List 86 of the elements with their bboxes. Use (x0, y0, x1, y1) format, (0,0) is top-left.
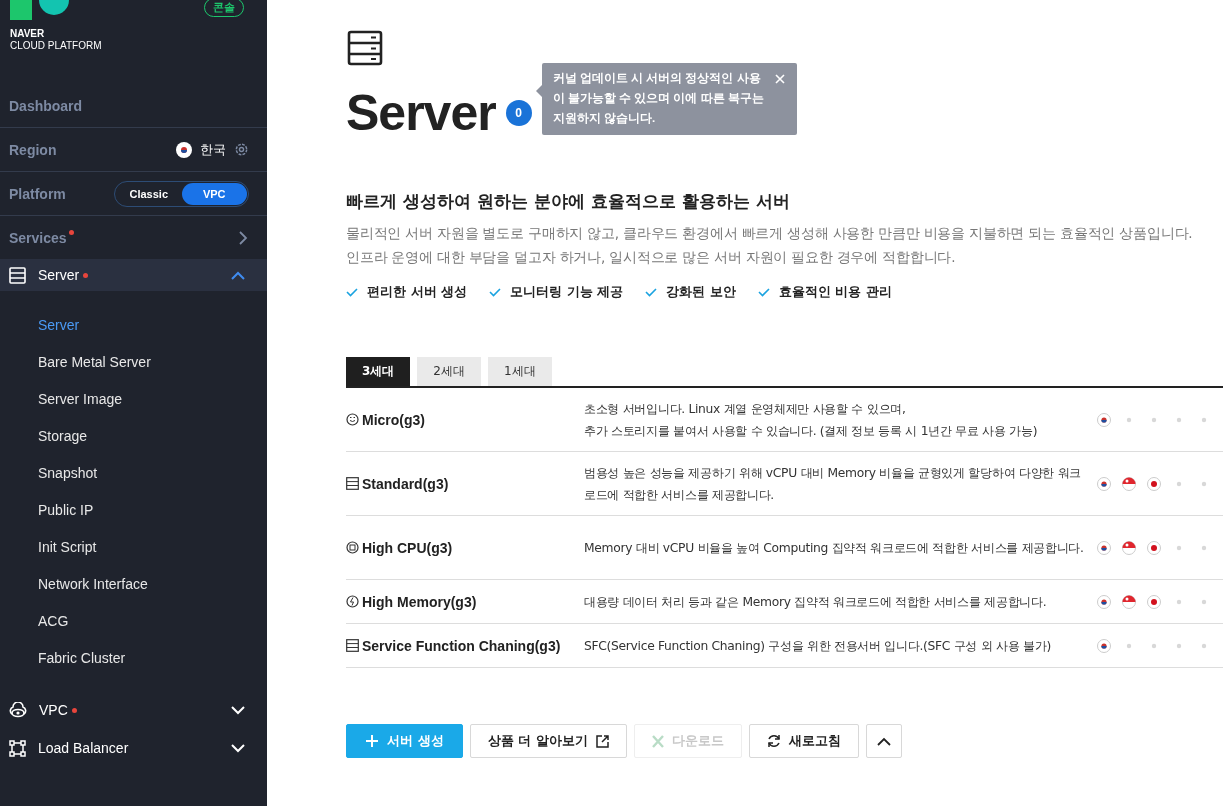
feature-label: 모니터링 기능 제공 (510, 283, 624, 301)
flag-icon (1147, 476, 1161, 491)
chevron-down-icon[interactable] (231, 705, 245, 715)
server-icon (346, 477, 359, 490)
server-type-name[interactable]: Service Function Chaning(g3) (362, 637, 561, 654)
services-label[interactable]: Services (9, 229, 74, 246)
plus-icon (365, 734, 379, 748)
dashboard-link[interactable]: Dashboard (0, 84, 267, 127)
server-type-description: Memory 대비 vCPU 비율을 높여 Computing 집약적 워크로드에 적합한 서비스를 제공합니다. (584, 539, 1084, 557)
feature-label: 편리한 서버 생성 (367, 283, 468, 301)
submenu-item[interactable]: Bare Metal Server (0, 344, 267, 381)
check-icon (346, 287, 358, 297)
feature-label: 강화된 보안 (666, 283, 736, 301)
server-icon (347, 30, 383, 66)
submenu-item[interactable]: Fabric Cluster (0, 640, 267, 677)
smile-icon (346, 413, 359, 426)
flag-icon (1122, 594, 1136, 609)
check-icon (645, 287, 658, 297)
flag-icon (1097, 638, 1111, 653)
platform-option[interactable]: Classic (116, 182, 182, 205)
notice-badge[interactable]: 0 (505, 100, 532, 126)
cloud-eye-icon (9, 702, 27, 718)
tooltip-text: 커널 업데이트 시 서버의 정상적인 사용이 불가능할 수 있으며 이에 따른 복구는 지원하지 않습니다. (552, 71, 765, 127)
collapse-button[interactable] (865, 724, 902, 758)
flag-icon (1122, 476, 1136, 491)
region-value[interactable]: 한국 (200, 140, 226, 159)
description-text: 물리적인 서버 자원을 별도로 구매하지 않고, 클라우드 환경에서 빠르게 생성해 사용한 만큼만 비용을 지불하면 되는 효율적인 상품입니다. (346, 224, 1193, 243)
chevron-up-icon[interactable] (231, 270, 245, 280)
server-type-name[interactable]: High CPU(g3) (362, 539, 453, 556)
close-icon[interactable] (774, 74, 785, 84)
nodes-icon (9, 739, 26, 757)
submenu-item[interactable]: ACG (0, 603, 267, 640)
refresh-icon (766, 734, 781, 748)
learn-more-button[interactable]: 상품 더 알아보기 (469, 724, 627, 758)
description-text: 인프라 운영에 대한 부담을 덜고자 하거나, 일시적으로 많은 서버 자원이 필요한 경우에 적합합니다. (346, 248, 956, 267)
page-title: Server (346, 84, 496, 142)
menu-group[interactable]: Server (0, 259, 267, 291)
flag-icon (1097, 594, 1111, 609)
submenu-item[interactable]: Public IP (0, 492, 267, 529)
chevron-down-icon[interactable] (231, 743, 245, 753)
chevron-up-icon (876, 736, 891, 746)
menu-group-label: VPC (39, 702, 68, 718)
platform-label: Platform (9, 185, 66, 202)
menu-group-label: Load Balancer (38, 740, 129, 756)
flag-icon (176, 141, 192, 158)
logo-icon (10, 0, 70, 20)
submenu-item[interactable]: Network Interface (0, 566, 267, 603)
server-type-name[interactable]: Standard(g3) (362, 475, 449, 492)
server-type-description: 범용성 높은 성능을 제공하기 위해 vCPU 대비 Memory 비율을 균형있게 할당하여 다양한 워크로드에 적합한 서비스를 제공합니다. (584, 464, 1082, 504)
menu-group[interactable]: VPC (0, 691, 267, 729)
server-type-description: SFC(Service Function Chaning) 구성을 위한 전용서버 입니다.(SFC 구성 외 사용 불가) (584, 637, 1052, 655)
server-type-description: 대용량 데이터 처리 등과 같은 Memory 집약적 워크로드에 적합한 서비스를 제공합니다. (584, 593, 1048, 611)
check-icon (489, 287, 502, 297)
chevron-right-icon[interactable] (237, 230, 249, 245)
submenu-item[interactable]: Server (0, 307, 267, 344)
generation-tab[interactable]: 1세대 (488, 357, 552, 386)
generation-tab[interactable]: 3세대 (346, 357, 411, 386)
flag-icon (1097, 476, 1111, 491)
refresh-button[interactable]: 새로고침 (748, 724, 859, 758)
submenu-item[interactable]: Snapshot (0, 455, 267, 492)
flag-icon (1122, 540, 1136, 555)
settings-icon[interactable] (234, 142, 249, 157)
external-link-icon (595, 734, 609, 748)
check-icon (757, 287, 770, 297)
menu-group-label: Server (38, 267, 80, 283)
region-label: Region (9, 141, 57, 158)
server-icon (346, 639, 359, 652)
platform-option[interactable]: VPC (181, 182, 247, 205)
feature-label: 효율적인 비용 관리 (778, 283, 892, 301)
flag-icon (1097, 540, 1111, 555)
menu-group[interactable]: Load Balancer (0, 729, 267, 767)
flag-icon (1097, 412, 1111, 427)
server-type-name[interactable]: Micro(g3) (362, 411, 425, 428)
submenu-item[interactable]: Storage (0, 418, 267, 455)
section-heading: 빠르게 생성하여 원하는 분야에 효율적으로 활용하는 서버 (346, 190, 790, 213)
generation-tab[interactable]: 2세대 (417, 357, 481, 386)
server-icon (9, 266, 26, 284)
submenu-item[interactable]: Init Script (0, 529, 267, 566)
server-type-name[interactable]: High Memory(g3) (362, 593, 477, 610)
server-type-description: 초소형 서버입니다. Linux 계열 운영체제만 사용할 수 있으며, 추가 스토리지를 붙여서 사용할 수 있습니다. (결제 정보 등록 시 1년간 무료 사용 가능) (584, 400, 1039, 440)
logo-text: NAVER CLOUD PLATFORM (10, 28, 102, 52)
flag-icon (1147, 594, 1161, 609)
chip-icon (346, 541, 359, 554)
flag-icon (1147, 540, 1161, 555)
submenu-item[interactable]: Server Image (0, 381, 267, 418)
bolt-icon (346, 595, 359, 608)
